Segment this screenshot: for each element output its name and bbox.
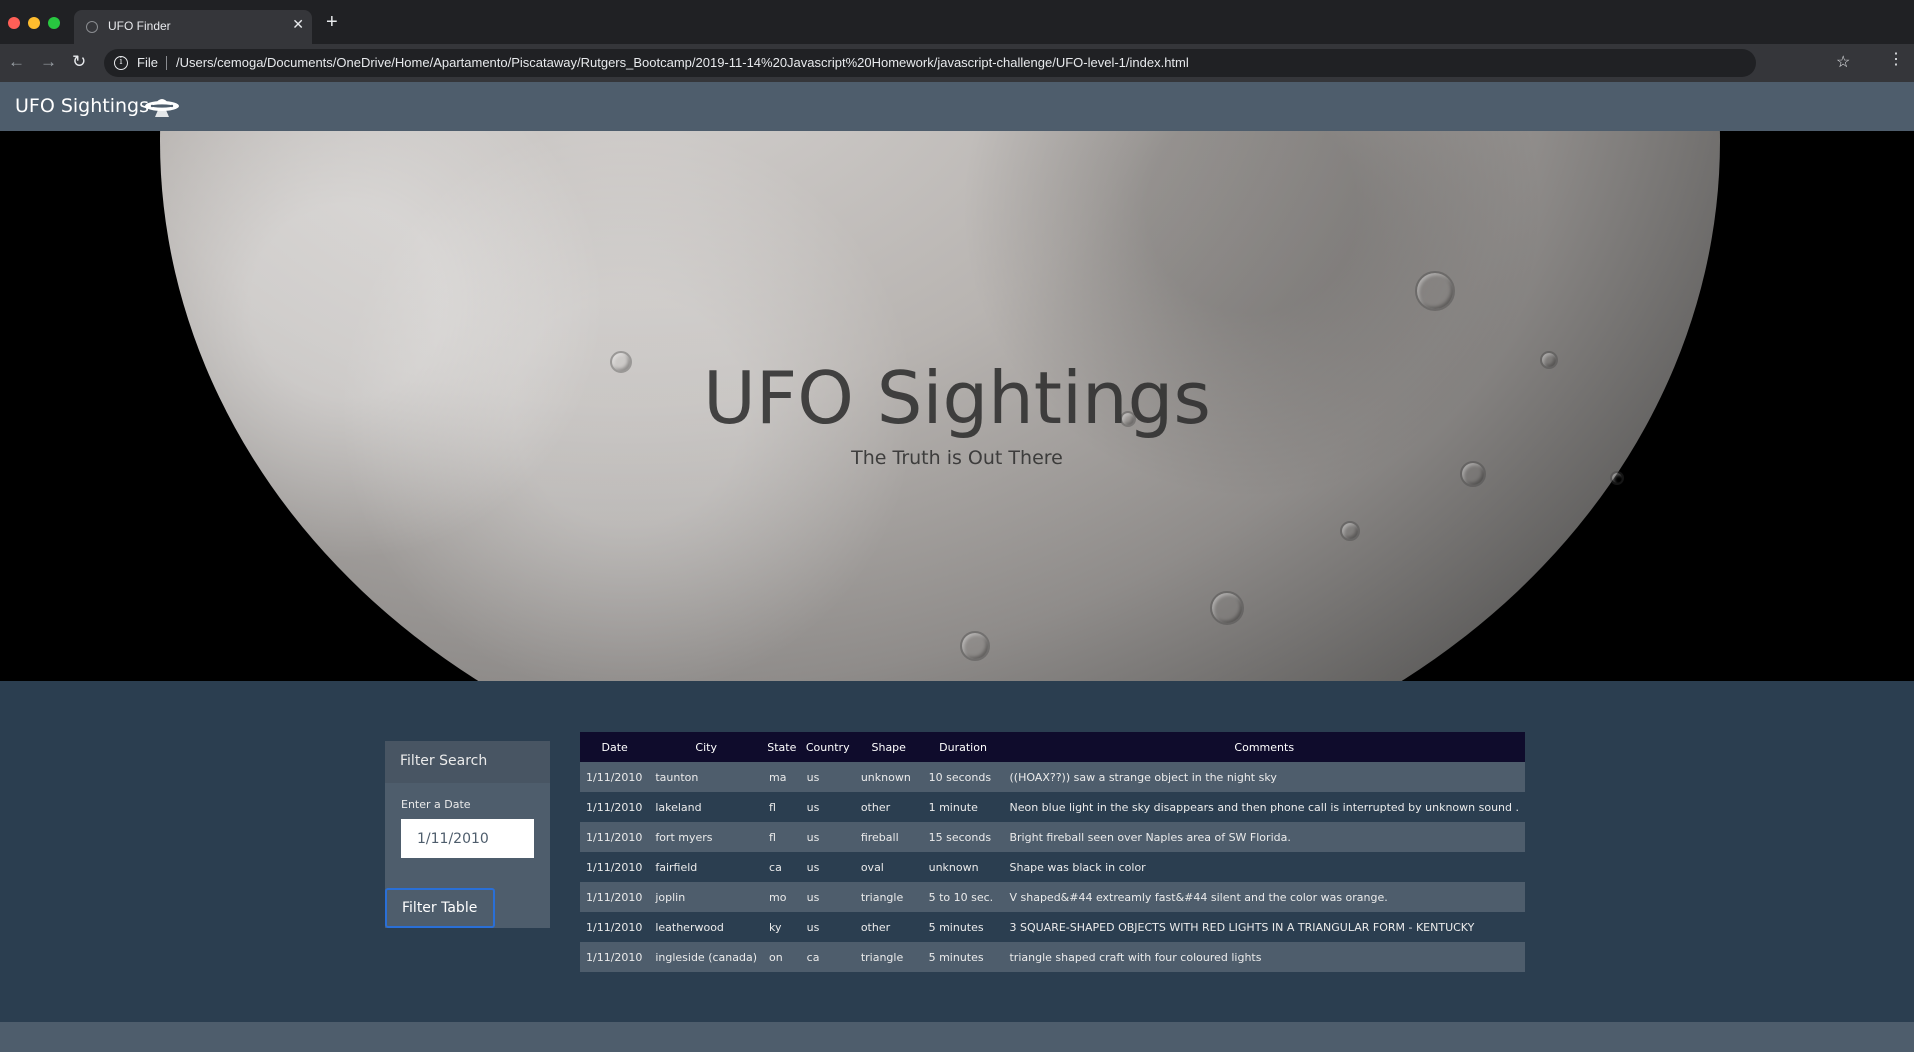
- globe-icon: [86, 21, 98, 33]
- table-cell-city: fort myers: [649, 822, 764, 852]
- column-header-city: City: [649, 732, 764, 762]
- table-cell-shape: fireball: [854, 822, 923, 852]
- browser-tab-bar: UFO Finder ✕ +: [0, 0, 1914, 44]
- table-row: 1/11/2010 joplin mo us triangle 5 to 10 sec. V…: [580, 882, 1525, 912]
- site-footer: [0, 1022, 1914, 1052]
- table-cell-state: ma: [763, 762, 801, 792]
- table-cell-shape: other: [854, 792, 923, 822]
- table-cell-state: on: [763, 942, 801, 972]
- table-cell-date: 1/11/2010: [580, 792, 650, 822]
- table-body: 1/11/2010 taunton ma us unknown 10 seconds ((H…: [580, 762, 1525, 972]
- table-header-row: Date City State Country Shape Duration C…: [580, 732, 1525, 762]
- table-cell-comments: Bright fireball seen over Naples area of…: [1003, 822, 1525, 852]
- table-cell-country: us: [800, 912, 855, 942]
- tab-title: UFO Finder: [108, 19, 171, 33]
- table-cell-comments: 3 SQUARE-SHAPED OBJECTS WITH RED LIGHTS …: [1003, 912, 1525, 942]
- table-cell-comments: V shaped&#44 extreamly fast&#44 silent a…: [1003, 882, 1525, 912]
- ufo-table: Date City State Country Shape Duration C…: [580, 732, 1525, 972]
- site-navbar: UFO Sightings: [0, 82, 1914, 131]
- table-cell-duration: 5 to 10 sec.: [922, 882, 1004, 912]
- table-cell-state: fl: [763, 792, 801, 822]
- table-cell-country: us: [800, 882, 855, 912]
- minimize-window-button[interactable]: [28, 17, 40, 29]
- date-label: Enter a Date: [401, 798, 471, 811]
- browser-toolbar: ← → ↻ i File /Users/cemoga/Documents/One…: [0, 44, 1914, 82]
- table-cell-state: ca: [763, 852, 801, 882]
- column-header-country: Country: [800, 732, 855, 762]
- table-cell-shape: unknown: [854, 762, 923, 792]
- table-cell-country: us: [800, 792, 855, 822]
- table-cell-country: us: [800, 822, 855, 852]
- hero-banner: UFO Sightings The Truth is Out There: [0, 131, 1914, 681]
- table-cell-shape: triangle: [854, 882, 923, 912]
- info-icon[interactable]: i: [114, 56, 128, 70]
- hero-title: UFO Sightings: [703, 356, 1211, 440]
- divider: [166, 56, 167, 70]
- navbar-brand[interactable]: UFO Sightings: [15, 95, 149, 117]
- table-cell-city: taunton: [649, 762, 764, 792]
- column-header-comments: Comments: [1003, 732, 1525, 762]
- filter-table-button[interactable]: Filter Table: [385, 888, 495, 928]
- table-cell-duration: 10 seconds: [922, 762, 1004, 792]
- table-cell-comments: triangle shaped craft with four coloured…: [1003, 942, 1525, 972]
- table-cell-country: us: [800, 852, 855, 882]
- table-cell-country: us: [800, 762, 855, 792]
- table-row: 1/11/2010 leatherwood ky us other 5 minutes 3 …: [580, 912, 1525, 942]
- maximize-window-button[interactable]: [48, 17, 60, 29]
- column-header-date: Date: [580, 732, 650, 762]
- address-bar[interactable]: i File /Users/cemoga/Documents/OneDrive/…: [104, 49, 1850, 77]
- table-cell-duration: 1 minute: [922, 792, 1004, 822]
- column-header-state: State: [763, 732, 801, 762]
- reload-icon[interactable]: ↻: [72, 52, 86, 72]
- star-icon[interactable]: ☆: [1836, 55, 1850, 71]
- browser-tab[interactable]: UFO Finder ✕: [74, 10, 312, 44]
- table-cell-duration: unknown: [922, 852, 1004, 882]
- table-cell-date: 1/11/2010: [580, 852, 650, 882]
- filter-panel: Filter Search Enter a Date Filter Table: [385, 741, 550, 928]
- url-text[interactable]: /Users/cemoga/Documents/OneDrive/Home/Ap…: [176, 55, 1189, 70]
- url-scheme: File: [137, 55, 158, 70]
- column-header-shape: Shape: [854, 732, 923, 762]
- table-cell-country: ca: [800, 942, 855, 972]
- back-icon[interactable]: ←: [8, 52, 25, 72]
- table-cell-duration: 5 minutes: [922, 912, 1004, 942]
- table-cell-date: 1/11/2010: [580, 822, 650, 852]
- table-cell-comments: ((HOAX??)) saw a strange object in the n…: [1003, 762, 1525, 792]
- table-cell-duration: 5 minutes: [922, 942, 1004, 972]
- new-tab-button[interactable]: +: [326, 12, 338, 32]
- table-cell-date: 1/11/2010: [580, 762, 650, 792]
- table-cell-state: ky: [763, 912, 801, 942]
- table-cell-shape: oval: [854, 852, 923, 882]
- table-row: 1/11/2010 fort myers fl us fireball 15 second…: [580, 822, 1525, 852]
- table-row: 1/11/2010 lakeland fl us other 1 minute Neon b…: [580, 792, 1525, 822]
- table-row: 1/11/2010 fairfield ca us oval unknown Shape w…: [580, 852, 1525, 882]
- table-cell-state: mo: [763, 882, 801, 912]
- table-cell-city: fairfield: [649, 852, 764, 882]
- table-cell-date: 1/11/2010: [580, 942, 650, 972]
- table-cell-state: fl: [763, 822, 801, 852]
- table-cell-duration: 15 seconds: [922, 822, 1004, 852]
- table-row: 1/11/2010 taunton ma us unknown 10 seconds ((H…: [580, 762, 1525, 792]
- table-cell-comments: Shape was black in color: [1003, 852, 1525, 882]
- more-icon[interactable]: ⋮: [1888, 52, 1904, 68]
- table-cell-shape: other: [854, 912, 923, 942]
- table-cell-comments: Neon blue light in the sky disappears an…: [1003, 792, 1525, 822]
- table-row: 1/11/2010 ingleside (canada) on ca triangle 5…: [580, 942, 1525, 972]
- table-cell-city: leatherwood: [649, 912, 764, 942]
- column-header-duration: Duration: [922, 732, 1004, 762]
- close-window-button[interactable]: [8, 17, 20, 29]
- table-cell-date: 1/11/2010: [580, 882, 650, 912]
- filter-heading-text: Filter Search: [400, 753, 488, 769]
- close-icon[interactable]: ✕: [292, 16, 304, 33]
- table-cell-city: joplin: [649, 882, 764, 912]
- forward-icon[interactable]: →: [40, 52, 57, 72]
- ufo-icon: [145, 99, 179, 117]
- table-cell-date: 1/11/2010: [580, 912, 650, 942]
- filter-heading: Filter Search: [385, 741, 550, 783]
- date-input[interactable]: [401, 819, 534, 858]
- hero-subtitle: The Truth is Out There: [851, 447, 1063, 469]
- table-cell-shape: triangle: [854, 942, 923, 972]
- table-cell-city: lakeland: [649, 792, 764, 822]
- table-cell-city: ingleside (canada): [649, 942, 764, 972]
